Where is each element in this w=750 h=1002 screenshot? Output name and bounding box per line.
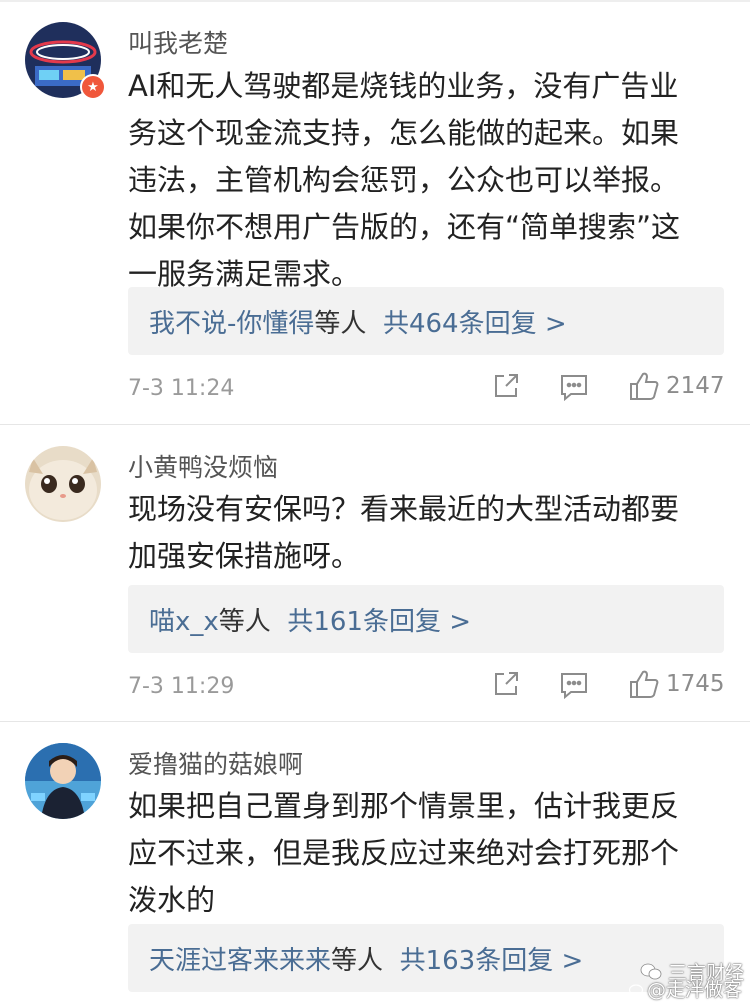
like-icon [630,670,659,698]
reply-suffix: 等人 [218,607,271,637]
watermark-weibo: @走泮做客 [628,975,742,1002]
reply-suffix: 等人 [314,309,367,339]
comment-item: ★ 叫我老楚 AI和无人驾驶都是烧钱的业务，没有广告业 务这个现金流支持，怎么能… [0,0,750,424]
verified-badge-icon: ★ [80,74,106,100]
reply-summary-text: 喵x_x等人 共161条回复 > [149,601,471,638]
like-button[interactable]: 1745 [628,668,725,700]
share-button[interactable] [492,670,520,698]
username[interactable]: 爱撸猫的菇娘啊 [128,745,303,781]
comment-item: 爱撸猫的菇娘啊 如果把自己置身到那个情景里，估计我更反 应不过来，但是我反应过来… [0,722,750,999]
avatar[interactable] [25,446,101,522]
weibo-icon [628,983,644,996]
comment-text: AI和无人驾驶都是烧钱的业务，没有广告业 务这个现金流支持，怎么能做的起来。如果… [128,63,718,298]
reply-summary[interactable]: 喵x_x等人 共161条回复 > [128,585,724,653]
comment-text: 如果把自己置身到那个情景里，估计我更反 应不过来，但是我反应过来绝对会打死那个 … [128,783,718,924]
avatar[interactable] [25,743,101,819]
reply-users[interactable]: 喵x_x [149,607,219,637]
comment-line: AI和无人驾驶都是烧钱的业务，没有广告业 [128,69,679,103]
reply-summary-text: 天涯过客来来来等人 共163条回复 > [149,940,583,977]
like-count: 2147 [666,373,725,399]
reply-suffix: 等人 [331,946,384,976]
comment-time: 7-3 11:24 [128,376,235,401]
comment-line: 违法，主管机构会惩罚，公众也可以举报。 [128,163,680,197]
username[interactable]: 叫我老楚 [128,24,228,60]
comment-text: 现场没有安保吗？看来最近的大型活动都要 加强安保措施呀。 [128,486,718,580]
reply-summary[interactable]: 我不说-你懂得等人 共464条回复 > [128,287,724,355]
comment-icon [561,375,587,401]
comment-line: 务这个现金流支持，怎么能做的起来。如果 [128,116,680,150]
comment-line: 如果把自己置身到那个情景里，估计我更反 [128,789,680,823]
reply-users[interactable]: 天涯过客来来来 [149,946,331,976]
comment-time: 7-3 11:29 [128,674,235,699]
comment-line: 如果你不想用广告版的，还有“简单搜索”这 [128,210,681,244]
comment-line: 泼水的 [128,883,216,917]
like-count: 1745 [666,671,725,697]
comment-line: 现场没有安保吗？看来最近的大型活动都要 [128,492,680,526]
like-button[interactable]: 2147 [628,370,725,402]
reply-count-link[interactable]: 共464条回复 > [383,309,567,339]
comment-line: 加强安保措施呀。 [128,539,361,573]
reply-button[interactable] [559,671,589,699]
reply-count-link[interactable]: 共161条回复 > [287,607,471,637]
share-icon [495,672,518,695]
comment-icon [561,673,587,699]
watermark-weibo-text: @走泮做客 [646,979,742,1001]
reply-users[interactable]: 我不说-你懂得 [149,309,314,339]
comment-line: 应不过来，但是我反应过来绝对会打死那个 [128,836,680,870]
reply-button[interactable] [559,373,589,401]
reply-summary-text: 我不说-你懂得等人 共464条回复 > [149,303,567,340]
share-icon [495,374,518,397]
reply-count-link[interactable]: 共163条回复 > [400,946,584,976]
username[interactable]: 小黄鸭没烦恼 [128,448,278,484]
share-button[interactable] [492,372,520,400]
like-icon [630,372,659,400]
comment-item: 小黄鸭没烦恼 现场没有安保吗？看来最近的大型活动都要 加强安保措施呀。 喵x_x… [0,425,750,721]
